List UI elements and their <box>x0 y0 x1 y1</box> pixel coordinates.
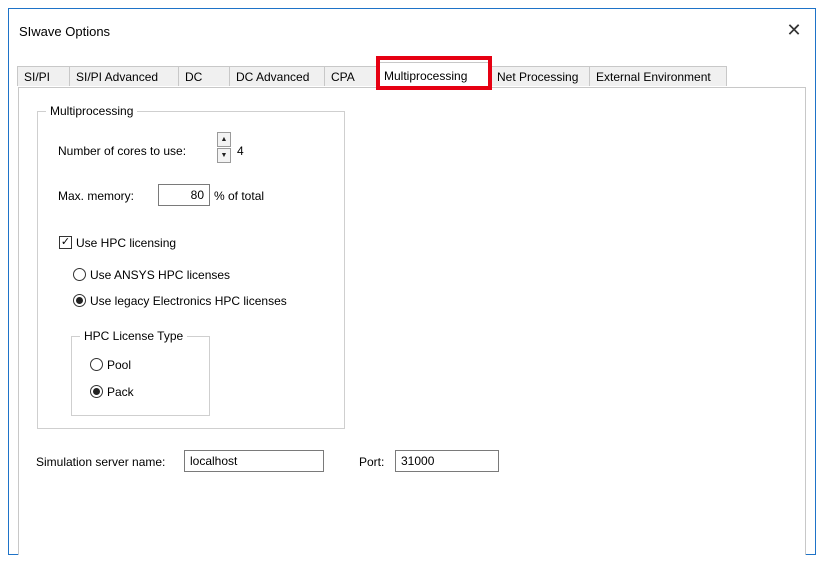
spin-up-icon[interactable]: ▲ <box>217 132 231 147</box>
tab-net-processing[interactable]: Net Processing <box>490 66 590 86</box>
hpc-license-type-legend: HPC License Type <box>80 329 188 343</box>
hpc-licensing-checkbox[interactable]: ✓ <box>59 236 72 249</box>
memory-suffix: % of total <box>214 189 265 203</box>
cores-value: 4 <box>237 144 244 158</box>
tab-si-pi[interactable]: SI/PI <box>17 66 70 86</box>
radio-ansys-hpc-label[interactable]: Use ANSYS HPC licenses <box>90 268 230 282</box>
options-dialog: SIwave Options ✕ SI/PI SI/PI Advanced DC… <box>8 8 816 555</box>
radio-pool[interactable] <box>90 358 103 371</box>
cores-spinner[interactable]: ▲ ▼ <box>217 132 231 164</box>
hpc-licensing-label[interactable]: Use HPC licensing <box>76 236 176 250</box>
tab-highlight-box <box>376 56 492 90</box>
tab-dc-advanced[interactable]: DC Advanced <box>229 66 325 86</box>
server-name-input[interactable]: localhost <box>184 450 324 472</box>
tab-dc[interactable]: DC <box>178 66 230 86</box>
radio-pack[interactable] <box>90 385 103 398</box>
radio-pack-label[interactable]: Pack <box>107 385 134 399</box>
radio-pool-label[interactable]: Pool <box>107 358 131 372</box>
spin-down-icon[interactable]: ▼ <box>217 148 231 163</box>
radio-legacy-hpc[interactable] <box>73 294 86 307</box>
cores-label: Number of cores to use: <box>58 144 187 158</box>
tab-si-pi-advanced[interactable]: SI/PI Advanced <box>69 66 179 86</box>
server-name-label: Simulation server name: <box>36 455 166 469</box>
port-label: Port: <box>359 455 385 469</box>
window-title: SIwave Options <box>19 24 111 39</box>
hpc-license-type-group: HPC License Type Pool Pack <box>71 329 210 416</box>
title-bar: SIwave Options ✕ <box>9 9 815 53</box>
tab-external-environment[interactable]: External Environment <box>589 66 727 86</box>
memory-label: Max. memory: <box>58 189 135 203</box>
memory-input[interactable]: 80 <box>158 184 210 206</box>
tab-panel-multiprocessing: Multiprocessing Number of cores to use: … <box>18 87 806 555</box>
multiprocessing-group: Multiprocessing Number of cores to use: … <box>37 104 345 429</box>
multiprocessing-legend: Multiprocessing <box>46 104 138 118</box>
close-icon[interactable]: ✕ <box>783 19 805 41</box>
radio-ansys-hpc[interactable] <box>73 268 86 281</box>
radio-legacy-hpc-label[interactable]: Use legacy Electronics HPC licenses <box>90 294 287 308</box>
port-input[interactable]: 31000 <box>395 450 499 472</box>
tab-cpa[interactable]: CPA <box>324 66 378 86</box>
